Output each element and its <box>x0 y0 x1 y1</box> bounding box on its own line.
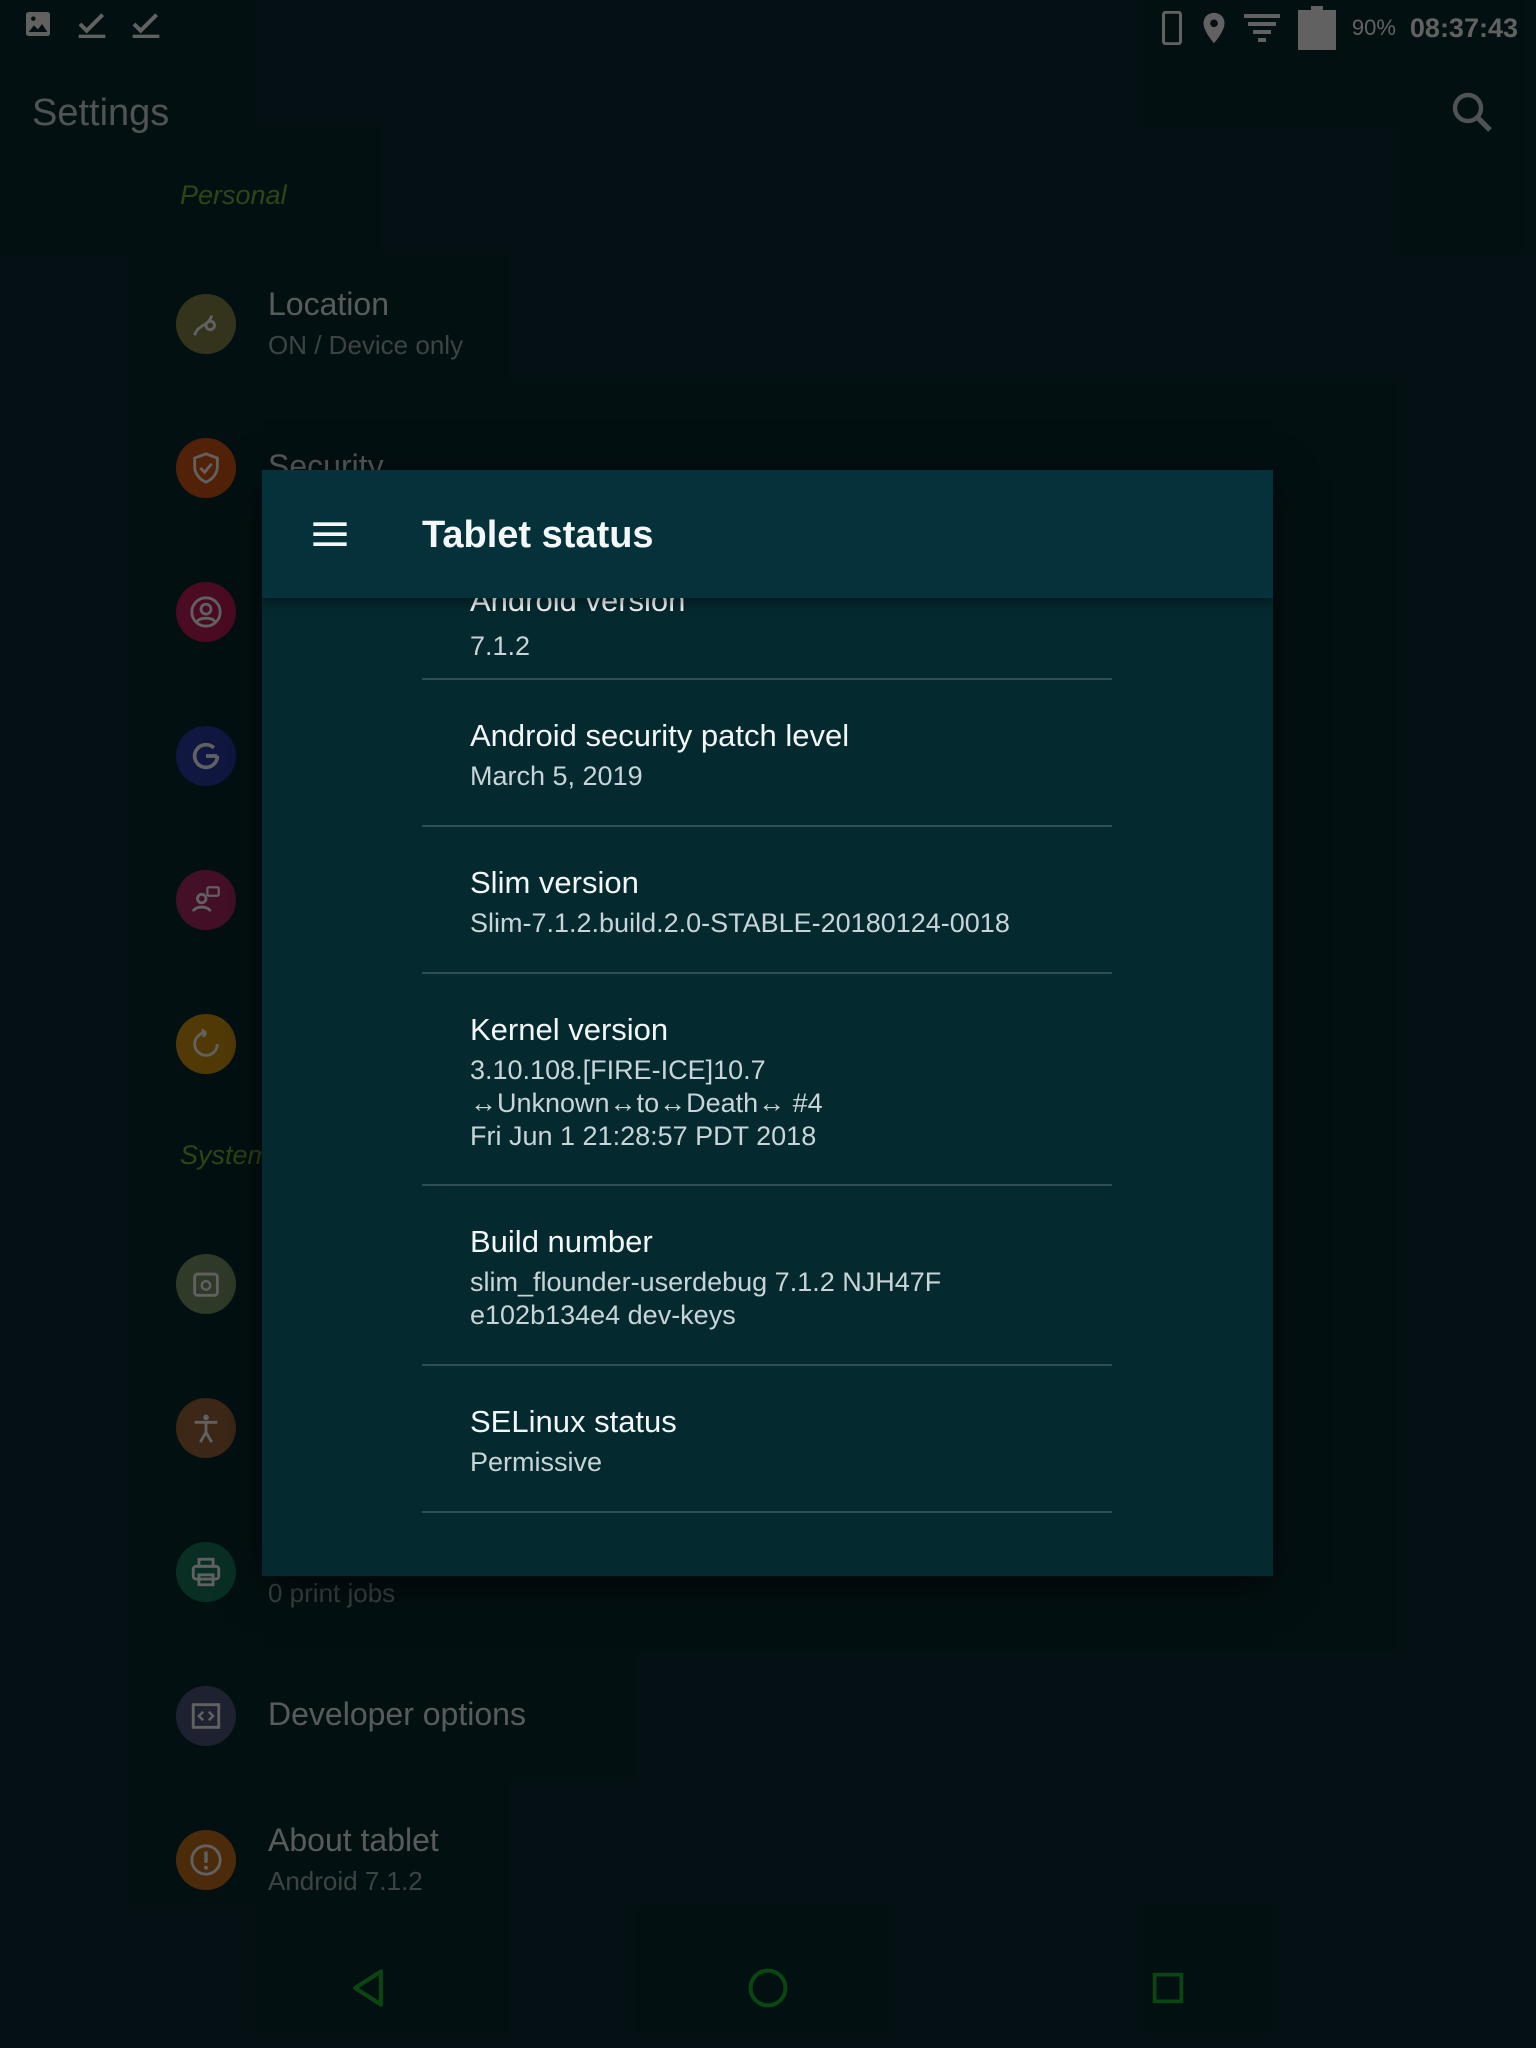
tablet-icon <box>1158 11 1186 45</box>
search-icon <box>1448 92 1496 140</box>
dialog-toolbar: Tablet status <box>262 470 1273 598</box>
clock: 08:37:43 <box>1409 12 1518 43</box>
shield-icon <box>176 438 236 498</box>
home-icon <box>746 1966 790 2015</box>
app-bar: Settings <box>0 50 1536 180</box>
status-label: SELinux status <box>470 1404 677 1439</box>
battery-icon <box>1296 6 1338 50</box>
check-icon <box>130 8 162 40</box>
status-item-build-number: Build number slim_flounder-userdebug 7.1… <box>422 1186 1112 1366</box>
tablet-status-dialog: Tablet status Android version 7.1.2 Andr… <box>262 470 1273 1576</box>
check-icon <box>76 8 108 40</box>
location-pin-icon <box>1200 11 1228 45</box>
status-label: Android security patch level <box>470 718 850 753</box>
settings-item-summary: ON / Device only <box>268 330 464 360</box>
status-label: Slim version <box>470 865 639 900</box>
status-label: Kernel version <box>470 1012 669 1047</box>
settings-item-title: About tablet <box>268 1822 439 1858</box>
settings-item-developer-options[interactable]: Developer options <box>0 1656 1536 1776</box>
status-value: 3.10.108.[FIRE-ICE]10.7 <box>470 1055 766 1085</box>
location-icon <box>176 294 236 354</box>
signal-filter-icon <box>1242 11 1282 45</box>
status-item-security-patch: Android security patch level March 5, 20… <box>422 680 1112 827</box>
accessibility-icon <box>176 1398 236 1458</box>
settings-item-summary: 0 print jobs <box>268 1578 396 1608</box>
status-value: e102b134e4 dev-keys <box>470 1300 736 1330</box>
page-title: Settings <box>32 92 170 134</box>
info-icon <box>176 1830 236 1890</box>
status-bar: 90% 08:37:43 <box>0 0 1536 50</box>
section-header-system: System <box>180 1140 271 1170</box>
status-value: ↔Unknown↔to↔Death↔ #4 <box>470 1088 823 1118</box>
settings-item-title: Developer options <box>268 1696 526 1732</box>
settings-item-summary: Android 7.1.2 <box>268 1866 423 1896</box>
system-icons: 90% 08:37:43 <box>1158 6 1518 50</box>
language-icon <box>176 870 236 930</box>
status-label: Build number <box>470 1224 653 1259</box>
google-icon <box>176 726 236 786</box>
status-value: Permissive <box>470 1447 603 1477</box>
date-time-icon <box>176 1254 236 1314</box>
status-value: Slim-7.1.2.build.2.0-STABLE-20180124-001… <box>470 908 1010 938</box>
status-item-selinux-status: SELinux status Permissive <box>422 1366 1112 1513</box>
settings-item-location[interactable]: Location ON / Device only <box>0 264 1536 384</box>
backup-icon <box>176 1014 236 1074</box>
back-button[interactable] <box>338 1960 398 2020</box>
status-value: slim_flounder-userdebug 7.1.2 NJH47F <box>470 1267 942 1297</box>
status-value: Fri Jun 1 21:28:57 PDT 2018 <box>470 1121 817 1151</box>
status-value: 7.1.2 <box>470 631 531 661</box>
section-header-personal: Personal <box>180 180 287 210</box>
recents-button[interactable] <box>1138 1960 1198 2020</box>
developer-icon <box>176 1686 236 1746</box>
image-icon <box>22 8 54 40</box>
account-icon <box>176 582 236 642</box>
dialog-title: Tablet status <box>422 514 654 556</box>
print-icon <box>176 1542 236 1602</box>
menu-button[interactable] <box>310 514 350 554</box>
search-button[interactable] <box>1448 88 1496 136</box>
settings-item-title: Location <box>268 286 389 322</box>
notification-icons <box>22 8 162 40</box>
settings-item-about-tablet[interactable]: About tablet Android 7.1.2 <box>0 1800 1536 1920</box>
status-list[interactable]: Android version 7.1.2 Android security p… <box>262 583 1273 1576</box>
home-button[interactable] <box>738 1960 798 2020</box>
navigation-bar <box>0 1940 1536 2048</box>
status-item-kernel-version: Kernel version 3.10.108.[FIRE-ICE]10.7 ↔… <box>422 974 1112 1186</box>
menu-icon <box>310 522 350 558</box>
battery-percent: 90% <box>1351 15 1396 40</box>
status-value: March 5, 2019 <box>470 761 643 791</box>
back-icon <box>346 1966 390 2015</box>
recents-icon <box>1148 1968 1188 2013</box>
status-item-slim-version: Slim version Slim-7.1.2.build.2.0-STABLE… <box>422 827 1112 974</box>
